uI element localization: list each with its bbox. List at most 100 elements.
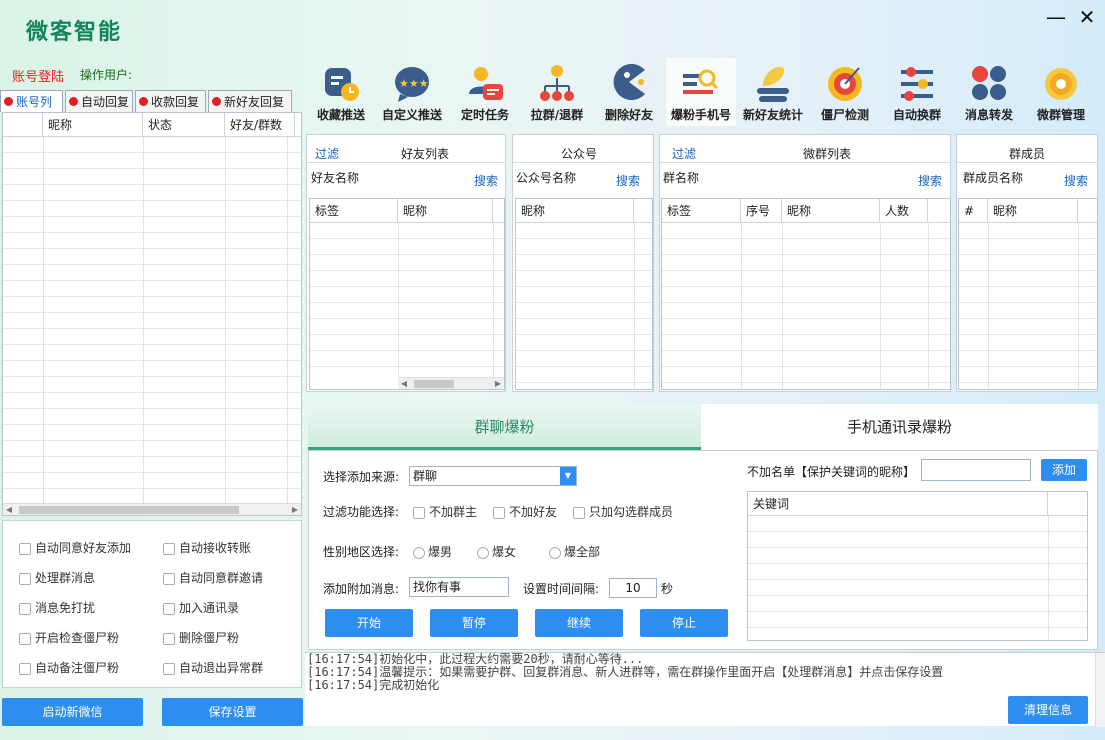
filter-selected-only[interactable]: 只加勾选群成员 [573,503,673,520]
resume-button[interactable]: 继续 [535,609,623,637]
left-tab-accounts[interactable]: 账号列 [0,90,63,112]
checkbox[interactable] [19,572,31,585]
checkbox[interactable] [163,632,175,645]
option-auto-accept-friend[interactable]: 自动同意好友添加 [19,539,131,556]
blacklist-add-button[interactable]: 添加 [1041,459,1087,481]
column-header: 序号 [741,199,782,222]
checkbox[interactable] [163,572,175,585]
scroll-thumb[interactable] [19,506,239,514]
members-search-link[interactable]: 搜索 [1064,172,1088,189]
checkbox[interactable] [19,542,31,555]
groups-filter-link[interactable]: 过滤 [672,145,696,162]
account-table-body[interactable] [3,137,301,503]
tool-new-friend-stats[interactable]: 新好友统计 [738,58,808,126]
source-select[interactable]: 群聊 ▼ [409,466,577,486]
source-label: 选择添加来源: [323,470,400,484]
friends-search-link[interactable]: 搜索 [474,172,498,189]
gender-female[interactable]: 爆女 [477,543,516,560]
checkbox[interactable] [19,632,31,645]
close-button[interactable]: ✕ [1075,6,1099,30]
chevron-down-icon[interactable]: ▼ [560,467,576,485]
column-header: 昵称 [516,199,634,222]
groups-panel: 过滤 微群列表 群名称 搜索 标签 序号 昵称 人数 [659,134,951,392]
login-label[interactable]: 账号登陆 [12,66,64,85]
option-do-not-disturb[interactable]: 消息免打扰 [19,599,95,616]
scroll-right-icon[interactable]: ▶ [492,378,504,389]
filter-no-owner[interactable]: 不加群主 [413,503,477,520]
option-auto-exit-abnormal-group[interactable]: 自动退出异常群 [163,659,263,676]
left-tab-payment-reply[interactable]: 收款回复 [135,90,206,112]
clear-info-button[interactable]: 清理信息 [1008,696,1088,724]
option-delete-zombie[interactable]: 删除僵尸粉 [163,629,239,646]
radio[interactable] [549,546,561,559]
tool-zombie-detect[interactable]: 僵尸检测 [810,58,880,126]
option-auto-accept-group-invite[interactable]: 自动同意群邀请 [163,569,263,586]
friends-table-body[interactable] [310,223,504,377]
tab-group-chat-fans[interactable]: 群聊爆粉 [308,404,701,450]
horizontal-scrollbar[interactable]: ◀ ▶ [398,377,504,389]
tool-message-forward[interactable]: 消息转发 [954,58,1024,126]
official-search-link[interactable]: 搜索 [616,172,640,189]
scroll-right-icon[interactable]: ▶ [289,504,301,515]
friends-filter-link[interactable]: 过滤 [315,145,339,162]
tool-phone-fans[interactable]: 爆粉手机号 [666,58,736,126]
left-tab-new-friend-reply[interactable]: 新好友回复 [208,90,292,112]
svg-text:★★★: ★★★ [399,77,429,90]
filter-no-friends[interactable]: 不加好友 [493,503,557,520]
checkbox[interactable] [573,506,585,519]
checkbox[interactable] [19,602,31,615]
horizontal-scrollbar[interactable]: ◀ ▶ [3,503,301,515]
option-check-zombie[interactable]: 开启检查僵尸粉 [19,629,119,646]
tool-favorites-push[interactable]: 收藏推送 [306,58,376,126]
tool-group-manage[interactable]: 微群管理 [1026,58,1096,126]
save-settings-button[interactable]: 保存设置 [162,698,303,726]
tab-phone-contacts-fans[interactable]: 手机通讯录爆粉 [701,404,1098,450]
scroll-thumb[interactable] [414,380,454,388]
checkbox[interactable] [19,662,31,675]
left-tab-auto-reply[interactable]: 自动回复 [65,90,133,112]
gender-male[interactable]: 爆男 [413,543,452,560]
tool-custom-push[interactable]: ★★★ 自定义推送 [377,58,447,126]
option-handle-group-msg[interactable]: 处理群消息 [19,569,95,586]
gender-all[interactable]: 爆全部 [549,543,600,560]
checkbox[interactable] [493,506,505,519]
stop-button[interactable]: 停止 [640,609,728,637]
blacklist-input[interactable] [921,459,1031,481]
keyword-table-body[interactable] [748,516,1087,640]
vertical-scrollbar[interactable] [1095,653,1105,727]
official-name-label: 公众号名称 [516,171,577,185]
start-wechat-button[interactable]: 启动新微信 [2,698,143,726]
option-remark-zombie[interactable]: 自动备注僵尸粉 [19,659,119,676]
message-input[interactable]: 找你有事 [409,577,509,597]
minimize-button[interactable]: — [1044,6,1068,30]
pause-button[interactable]: 暂停 [430,609,518,637]
column-header: # [959,199,988,222]
message-forward-icon [972,66,1006,100]
tool-delete-friend[interactable]: 删除好友 [594,58,664,126]
tool-group-pull[interactable]: 拉群/退群 [522,58,592,126]
members-panel-title: 群成员 [1009,147,1046,161]
start-button[interactable]: 开始 [325,609,413,637]
members-table-body[interactable] [959,223,1097,389]
groups-table-body[interactable] [662,223,950,389]
left-tab-bar: 账号列 自动回复 收款回复 新好友回复 [0,90,302,112]
official-table-body[interactable] [516,223,652,389]
status-dot-icon [69,97,78,106]
option-add-contacts[interactable]: 加入通讯录 [163,599,239,616]
radio[interactable] [413,546,425,559]
scroll-left-icon[interactable]: ◀ [398,378,410,389]
tab-label: 账号列 [16,95,53,109]
tool-auto-switch-group[interactable]: 自动换群 [882,58,952,126]
groups-search-link[interactable]: 搜索 [918,172,942,189]
checkbox[interactable] [413,506,425,519]
scroll-left-icon[interactable]: ◀ [3,504,15,515]
zombie-detect-icon [828,67,862,101]
tool-label: 微群管理 [1036,108,1085,122]
tool-scheduled-task[interactable]: 定时任务 [450,58,520,126]
checkbox[interactable] [163,602,175,615]
radio[interactable] [477,546,489,559]
interval-input[interactable]: 10 [609,578,657,598]
option-auto-receive-transfer[interactable]: 自动接收转账 [163,539,251,556]
checkbox[interactable] [163,662,175,675]
checkbox[interactable] [163,542,175,555]
